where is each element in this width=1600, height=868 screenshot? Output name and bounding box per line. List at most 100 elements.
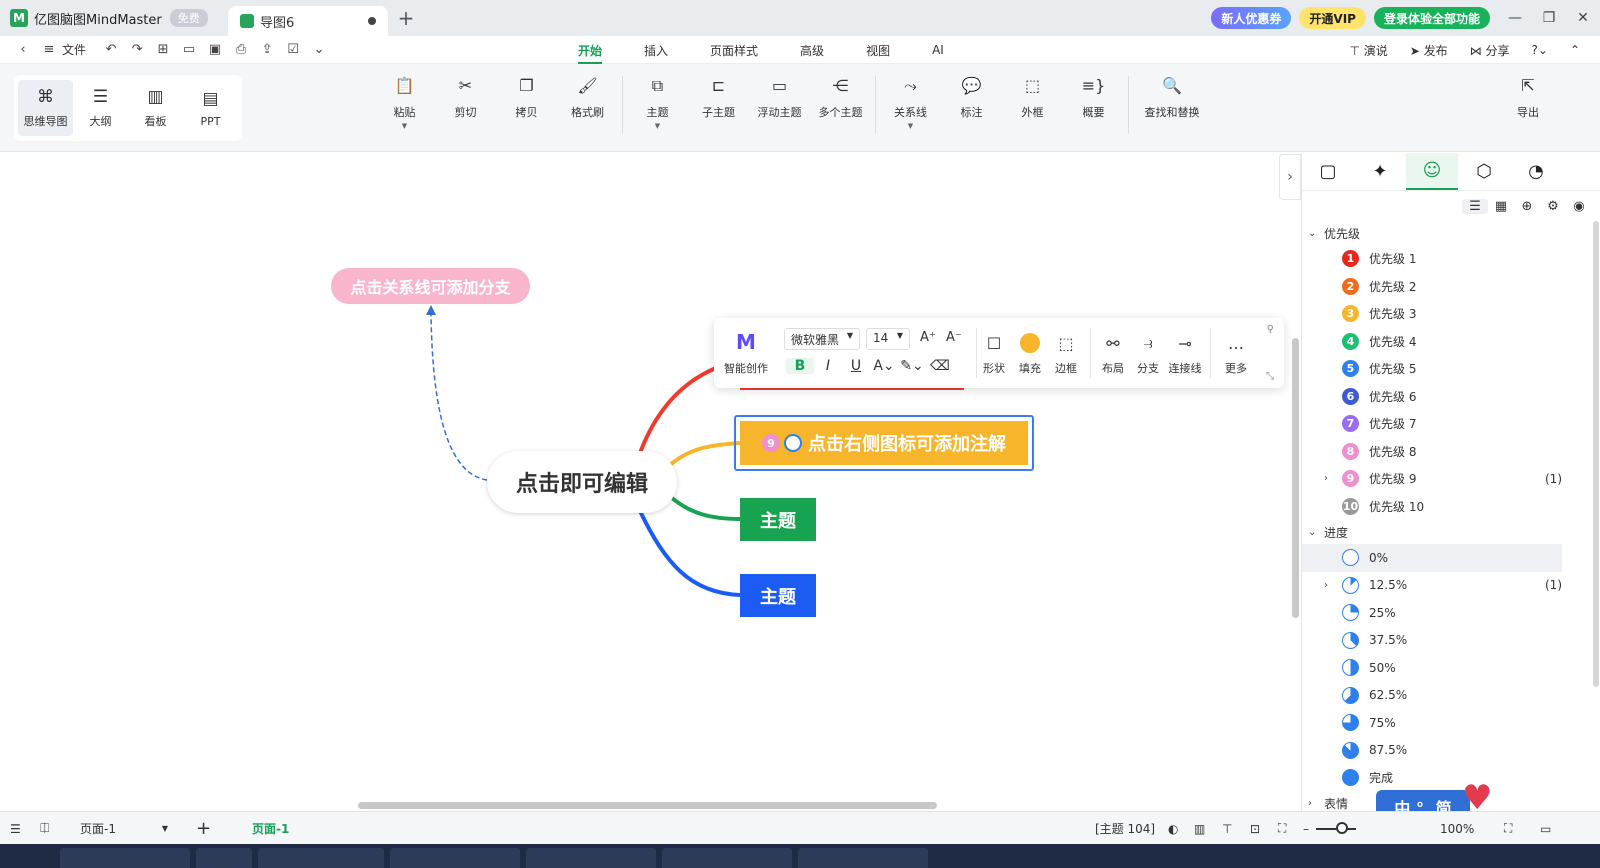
border-button[interactable]: ⬚ 边框 <box>1048 330 1084 376</box>
find-replace-button[interactable]: 🔍 查找和替换 <box>1133 76 1211 134</box>
horizontal-scrollbar[interactable] <box>358 802 937 809</box>
tab-start[interactable]: 开始 <box>578 36 603 64</box>
panel-tab-history-icon[interactable]: ◔ <box>1510 153 1562 190</box>
print-icon[interactable]: ⎙ <box>228 42 254 57</box>
hamburger-icon[interactable]: ≡ <box>36 42 62 57</box>
floating-topic-button[interactable]: ▭ 浮动主题 <box>749 76 810 134</box>
topic-green[interactable]: 主题 <box>740 498 816 541</box>
more-chevron-icon[interactable]: ⌄ <box>306 42 332 57</box>
page-select[interactable]: 页面-1 ▼ <box>80 812 168 845</box>
shape-button[interactable]: ☐ 形状 <box>976 330 1012 376</box>
more-button[interactable]: … 更多 <box>1218 330 1254 376</box>
file-menu[interactable]: 文件 <box>62 41 86 58</box>
document-tab[interactable]: 导图6 <box>228 6 388 36</box>
copy-button[interactable]: ❐ 拷贝 <box>496 76 557 134</box>
app-tab[interactable]: M 亿图脑图MindMaster 免费 <box>0 0 228 36</box>
open-folder-icon[interactable]: ▭ <box>176 42 202 57</box>
new-icon[interactable]: ⊞ <box>150 42 176 57</box>
taskbar-app[interactable] <box>798 848 928 868</box>
topic-caret-icon[interactable]: ▼ <box>655 122 660 130</box>
theme-icon[interactable]: ◐ <box>1168 812 1178 845</box>
layout-button[interactable]: ⚯ 布局 <box>1095 330 1131 376</box>
taskbar-app[interactable] <box>258 848 384 868</box>
taskbar-app[interactable] <box>662 848 792 868</box>
subtopic-button[interactable]: ⊏ 子主题 <box>688 76 749 134</box>
zoom-slider-handle[interactable] <box>1336 822 1348 834</box>
font-shrink-button[interactable]: A⁻ <box>946 330 962 345</box>
panel-scrollbar[interactable] <box>1593 221 1599 687</box>
progress-item[interactable]: 75% <box>1302 709 1562 737</box>
priority-item[interactable]: 8 优先级 8 <box>1302 438 1562 466</box>
priority-item[interactable]: 2 优先级 2 <box>1302 273 1562 301</box>
central-topic[interactable]: 点击即可编辑 <box>487 451 677 513</box>
priority-9-icon[interactable]: 9 <box>762 434 780 452</box>
format-painter-button[interactable]: 🖌 格式刷 <box>557 76 618 134</box>
taskbar-app[interactable] <box>526 848 656 868</box>
panel-icon[interactable]: ▭ <box>1540 812 1551 845</box>
panel-tab-format-icon[interactable]: ▢ <box>1302 153 1354 190</box>
taskbar-app[interactable] <box>390 848 520 868</box>
shrink-toolbar-icon[interactable]: ⤡ <box>1266 371 1274 382</box>
priority-item[interactable]: 6 优先级 6 <box>1302 383 1562 411</box>
highlight-icon[interactable]: ✎⌄ <box>898 358 926 374</box>
export-button[interactable]: ⇱ 导出 <box>1508 76 1548 120</box>
topic-button[interactable]: ⧉ 主题 ▼ <box>627 76 688 134</box>
add-tab-icon[interactable]: + <box>388 6 424 30</box>
publish-button[interactable]: ➤ 发布 <box>1410 42 1448 59</box>
font-family-select[interactable]: 微软雅黑 ▼ <box>784 328 860 350</box>
progress-item[interactable]: 62.5% <box>1302 682 1562 710</box>
tab-view[interactable]: 视图 <box>866 36 890 64</box>
progress-item[interactable]: 87.5% <box>1302 737 1562 765</box>
tab-insert[interactable]: 插入 <box>644 36 668 64</box>
progress-item[interactable]: 25% <box>1302 599 1562 627</box>
priority-item[interactable]: › 9 优先级 9 (1) <box>1302 465 1562 493</box>
topic-yellow[interactable]: 9 点击右侧图标可添加注解 <box>740 421 1028 465</box>
fullscreen-icon[interactable]: ⛶ <box>1278 812 1286 845</box>
pin-icon[interactable]: ⚲ <box>1267 324 1274 335</box>
present-button[interactable]: ⊤ 演说 <box>1349 42 1387 59</box>
unsaved-dot-icon[interactable] <box>368 17 376 25</box>
mindmap-canvas[interactable]: 点击关系线可添加分支 点击即可编辑 9 点击右侧图标可添加注解 主题 主题 M … <box>0 153 1300 811</box>
topic-blue[interactable]: 主题 <box>740 574 816 617</box>
chevron-right-icon[interactable]: › <box>1324 473 1328 484</box>
taskbar-app[interactable] <box>60 848 190 868</box>
summary-button[interactable]: ≡} 概要 <box>1063 76 1124 134</box>
panel-tab-ai-icon[interactable]: ✦ <box>1354 153 1406 190</box>
page-tab[interactable]: 页面-1 <box>252 812 289 845</box>
save-icon[interactable]: ▣ <box>202 42 228 57</box>
progress-item[interactable]: › 12.5% (1) <box>1302 572 1562 600</box>
view-mindmap-button[interactable]: ⌘ 思维导图 <box>18 80 73 136</box>
vertical-scrollbar[interactable] <box>1292 338 1299 618</box>
mark-settings-icon[interactable]: ⚙ <box>1540 199 1566 214</box>
boundary-button[interactable]: ⬚ 外框 <box>1002 76 1063 134</box>
priority-item[interactable]: 10 优先级 10 <box>1302 493 1562 521</box>
progress-item[interactable]: 50% <box>1302 654 1562 682</box>
fill-button[interactable]: 填充 <box>1012 330 1048 376</box>
panel-tab-marks-icon[interactable]: ☺ <box>1406 153 1458 190</box>
tab-page-style[interactable]: 页面样式 <box>710 36 758 64</box>
view-kanban-button[interactable]: ▥ 看板 <box>128 80 183 136</box>
priority-group-header[interactable]: ⌄ 优先级 <box>1302 221 1562 245</box>
ai-create-button[interactable]: M 智能创作 <box>724 330 768 376</box>
coupon-button[interactable]: 新人优惠券 <box>1211 7 1292 29</box>
add-page-icon[interactable]: + <box>196 812 211 845</box>
progress-item[interactable]: 37.5% <box>1302 627 1562 655</box>
restore-icon[interactable]: ❐ <box>1532 10 1566 26</box>
callout-button[interactable]: 💬 标注 <box>941 76 1002 134</box>
redo-icon[interactable]: ↷ <box>124 42 150 57</box>
connector-button[interactable]: ⊸ 连接线 <box>1167 330 1203 376</box>
add-mark-icon[interactable]: ⊕ <box>1514 199 1540 214</box>
view-ppt-button[interactable]: ▤ PPT <box>183 80 238 136</box>
zoom-out-icon[interactable]: – <box>1303 812 1309 845</box>
taskbar-app[interactable] <box>196 848 252 868</box>
fit-screen-icon[interactable]: ⛶ <box>1504 812 1512 845</box>
priority-item[interactable]: 5 优先级 5 <box>1302 355 1562 383</box>
close-icon[interactable]: ✕ <box>1566 10 1600 26</box>
paste-button[interactable]: 📋 粘贴 ▼ <box>374 76 435 134</box>
panel-toggle-chevron-icon[interactable]: › <box>1279 154 1301 200</box>
back-icon[interactable]: ‹ <box>10 42 36 57</box>
vip-button[interactable]: 开通VIP <box>1299 7 1366 29</box>
login-button[interactable]: 登录体验全部功能 <box>1373 7 1490 29</box>
branch-button[interactable]: ⥽ 分支 <box>1130 330 1166 376</box>
minimize-icon[interactable]: — <box>1498 10 1532 26</box>
